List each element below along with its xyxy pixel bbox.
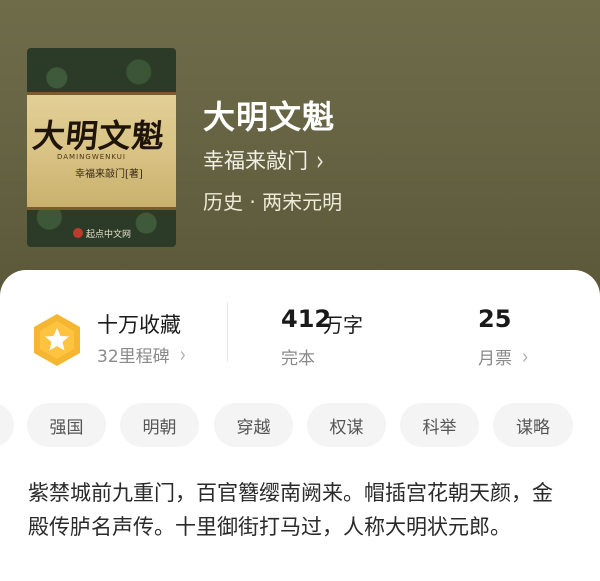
tag-partial[interactable] (0, 403, 14, 447)
tag-list: 强国 明朝 穿越 权谋 科举 谋略 (0, 403, 600, 447)
author-link[interactable]: 幸福来敲门 › (203, 143, 324, 177)
monthly-ticket-label: 月票 (478, 349, 512, 369)
publisher-logo-text: 起点中文网 (86, 229, 132, 240)
monthly-ticket-link[interactable]: 月票 › (478, 343, 529, 370)
tag-item[interactable]: 穿越 (214, 403, 293, 447)
tag-item[interactable]: 谋略 (493, 403, 573, 447)
stats-divider (227, 302, 228, 362)
collection-milestone-link[interactable]: 32里程碑 › (97, 341, 187, 368)
monthly-ticket-count: 25 (478, 305, 512, 333)
chevron-right-icon: › (522, 343, 529, 370)
book-title: 大明文魁 (203, 98, 336, 136)
collection-milestone-title[interactable]: 十万收藏 (97, 309, 181, 339)
author-name: 幸福来敲门 (203, 149, 308, 173)
tag-item[interactable]: 强国 (27, 403, 106, 447)
book-cover[interactable]: 大明文魁 DAMINGWENKUI 幸福来敲门[著] 起点中文网 (27, 48, 176, 247)
tag-item[interactable]: 权谋 (307, 403, 386, 447)
cover-title-text: 大明文魁 (30, 117, 167, 155)
book-genre: 历史 · 两宋元明 (203, 190, 343, 214)
publisher-logo: 起点中文网 (69, 225, 135, 241)
book-description[interactable]: 紫禁城前九重门，百官簪缨南阙来。帽插宫花朝天颜，金殿传胪名声传。十里御街打马过，… (28, 476, 573, 544)
chevron-right-icon: › (316, 143, 324, 177)
chevron-right-icon: › (179, 341, 187, 368)
cover-author-text: 幸福来敲门[著] (75, 169, 143, 180)
cover-pinyin-text: DAMINGWENKUI (57, 153, 126, 161)
tag-item[interactable]: 科举 (400, 403, 479, 447)
tag-item[interactable]: 明朝 (120, 403, 199, 447)
publisher-logo-icon (73, 228, 83, 238)
collection-milestone-sub: 32里程碑 (97, 347, 170, 367)
completion-status: 完本 (281, 349, 315, 369)
word-count-unit: 万字 (323, 313, 363, 337)
cover-title-band: 大明文魁 DAMINGWENKUI 幸福来敲门[著] (27, 92, 176, 210)
star-badge-icon[interactable] (31, 312, 83, 368)
